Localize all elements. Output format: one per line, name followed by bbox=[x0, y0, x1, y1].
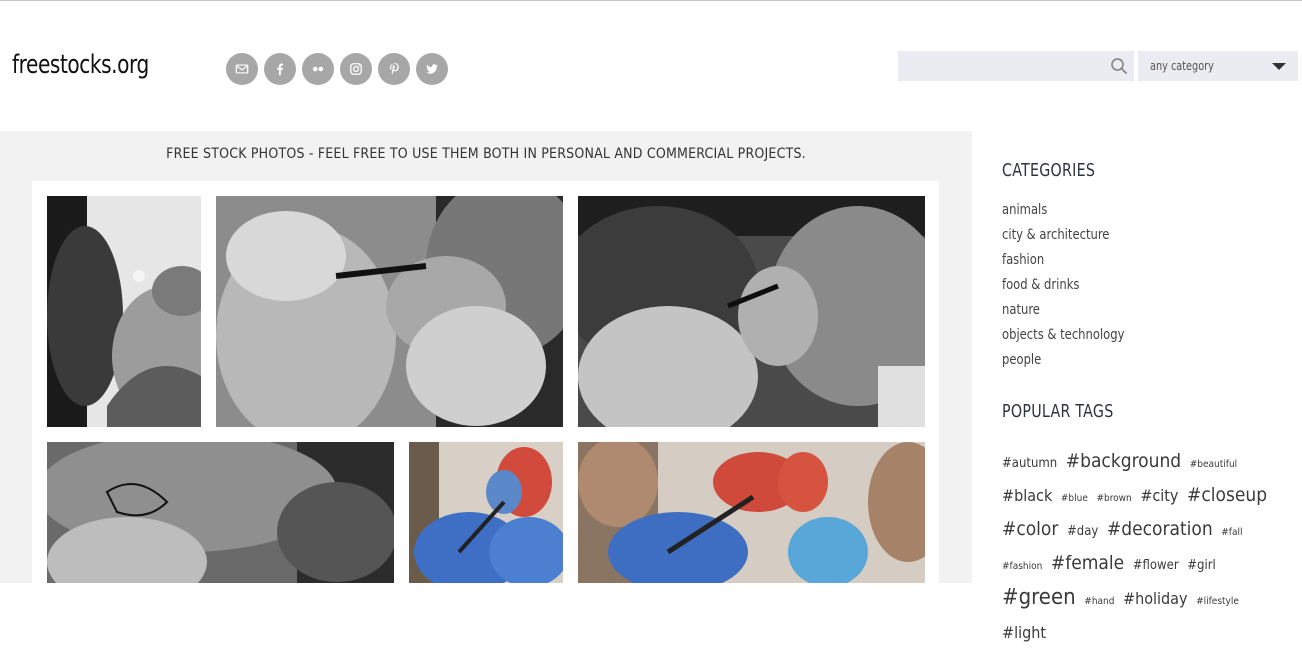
tag-link[interactable]: #decoration bbox=[1107, 518, 1213, 540]
sidebar: CATEGORIES animals city & architecture f… bbox=[1002, 160, 1292, 648]
photo-tile[interactable] bbox=[578, 196, 925, 427]
search-icon bbox=[1111, 58, 1127, 74]
tag-link[interactable]: #city bbox=[1140, 486, 1178, 505]
photo-gallery bbox=[32, 181, 939, 583]
photo-tile[interactable] bbox=[47, 442, 394, 583]
email-icon bbox=[235, 64, 249, 74]
tag-link[interactable]: #color bbox=[1002, 518, 1058, 540]
tag-link[interactable]: #brown bbox=[1096, 493, 1131, 504]
tattoo-photo-image bbox=[47, 442, 394, 583]
search-bar bbox=[898, 51, 1134, 81]
popular-tags-heading: POPULAR TAGS bbox=[1002, 401, 1114, 422]
pinterest-icon bbox=[389, 63, 399, 75]
photo-tile[interactable] bbox=[47, 196, 201, 427]
tattoo-photo-image bbox=[409, 442, 563, 583]
search-input[interactable] bbox=[898, 51, 1104, 81]
tag-link[interactable]: #day bbox=[1067, 524, 1098, 539]
tag-link[interactable]: #black bbox=[1002, 486, 1052, 505]
tag-cloud: #autumn #background #beautiful #black #b… bbox=[1002, 446, 1292, 648]
category-link-nature[interactable]: nature bbox=[1002, 298, 1269, 323]
tag-link[interactable]: #background bbox=[1066, 450, 1181, 472]
category-link-food-drinks[interactable]: food & drinks bbox=[1002, 273, 1269, 298]
tag-link[interactable]: #light bbox=[1002, 623, 1046, 642]
site-logo[interactable]: freestocks.org bbox=[12, 50, 149, 80]
category-select[interactable]: any category bbox=[1138, 51, 1298, 81]
facebook-icon bbox=[277, 63, 284, 76]
tattoo-photo-image bbox=[578, 442, 925, 583]
category-link-city-architecture[interactable]: city & architecture bbox=[1002, 223, 1269, 248]
tattoo-photo-image bbox=[216, 196, 563, 427]
tag-link[interactable]: #holiday bbox=[1123, 589, 1187, 608]
flickr-button[interactable] bbox=[302, 53, 334, 85]
instagram-icon bbox=[350, 63, 362, 75]
tattoo-photo-image bbox=[47, 196, 201, 427]
photo-tile[interactable] bbox=[578, 442, 925, 583]
category-link-objects-technology[interactable]: objects & technology bbox=[1002, 323, 1269, 348]
category-link-people[interactable]: people bbox=[1002, 348, 1269, 373]
tag-link[interactable]: #hand bbox=[1084, 596, 1114, 607]
photo-tile[interactable] bbox=[216, 196, 563, 427]
categories-heading: CATEGORIES bbox=[1002, 160, 1096, 181]
category-select-value: any category bbox=[1150, 59, 1214, 73]
photo-tile[interactable] bbox=[409, 442, 563, 583]
tag-link[interactable]: #fall bbox=[1221, 527, 1242, 538]
flickr-icon bbox=[312, 66, 324, 72]
page-tagline: FREE STOCK PHOTOS - FEEL FREE TO USE THE… bbox=[166, 146, 806, 162]
search-button[interactable] bbox=[1104, 51, 1134, 81]
tag-link[interactable]: #beautiful bbox=[1190, 459, 1237, 470]
tag-link[interactable]: #fashion bbox=[1002, 561, 1042, 572]
categories-list: animals city & architecture fashion food… bbox=[1002, 198, 1292, 373]
social-links bbox=[226, 53, 448, 85]
instagram-button[interactable] bbox=[340, 53, 372, 85]
tag-link[interactable]: #girl bbox=[1187, 558, 1216, 573]
top-border bbox=[0, 0, 1302, 1]
twitter-icon bbox=[426, 64, 438, 74]
tag-link[interactable]: #autumn bbox=[1002, 456, 1057, 471]
category-link-animals[interactable]: animals bbox=[1002, 198, 1269, 223]
pinterest-button[interactable] bbox=[378, 53, 410, 85]
category-link-fashion[interactable]: fashion bbox=[1002, 248, 1269, 273]
tag-link[interactable]: #female bbox=[1051, 552, 1124, 574]
main-content: FREE STOCK PHOTOS - FEEL FREE TO USE THE… bbox=[0, 131, 972, 583]
tag-link[interactable]: #blue bbox=[1061, 493, 1088, 504]
email-button[interactable] bbox=[226, 53, 258, 85]
tag-link[interactable]: #closeup bbox=[1187, 484, 1267, 506]
tag-link[interactable]: #flower bbox=[1133, 558, 1179, 573]
twitter-button[interactable] bbox=[416, 53, 448, 85]
tattoo-photo-image bbox=[578, 196, 925, 427]
chevron-down-icon bbox=[1272, 62, 1286, 70]
tag-link[interactable]: #green bbox=[1002, 585, 1076, 610]
tag-link[interactable]: #lifestyle bbox=[1196, 596, 1239, 607]
facebook-button[interactable] bbox=[264, 53, 296, 85]
